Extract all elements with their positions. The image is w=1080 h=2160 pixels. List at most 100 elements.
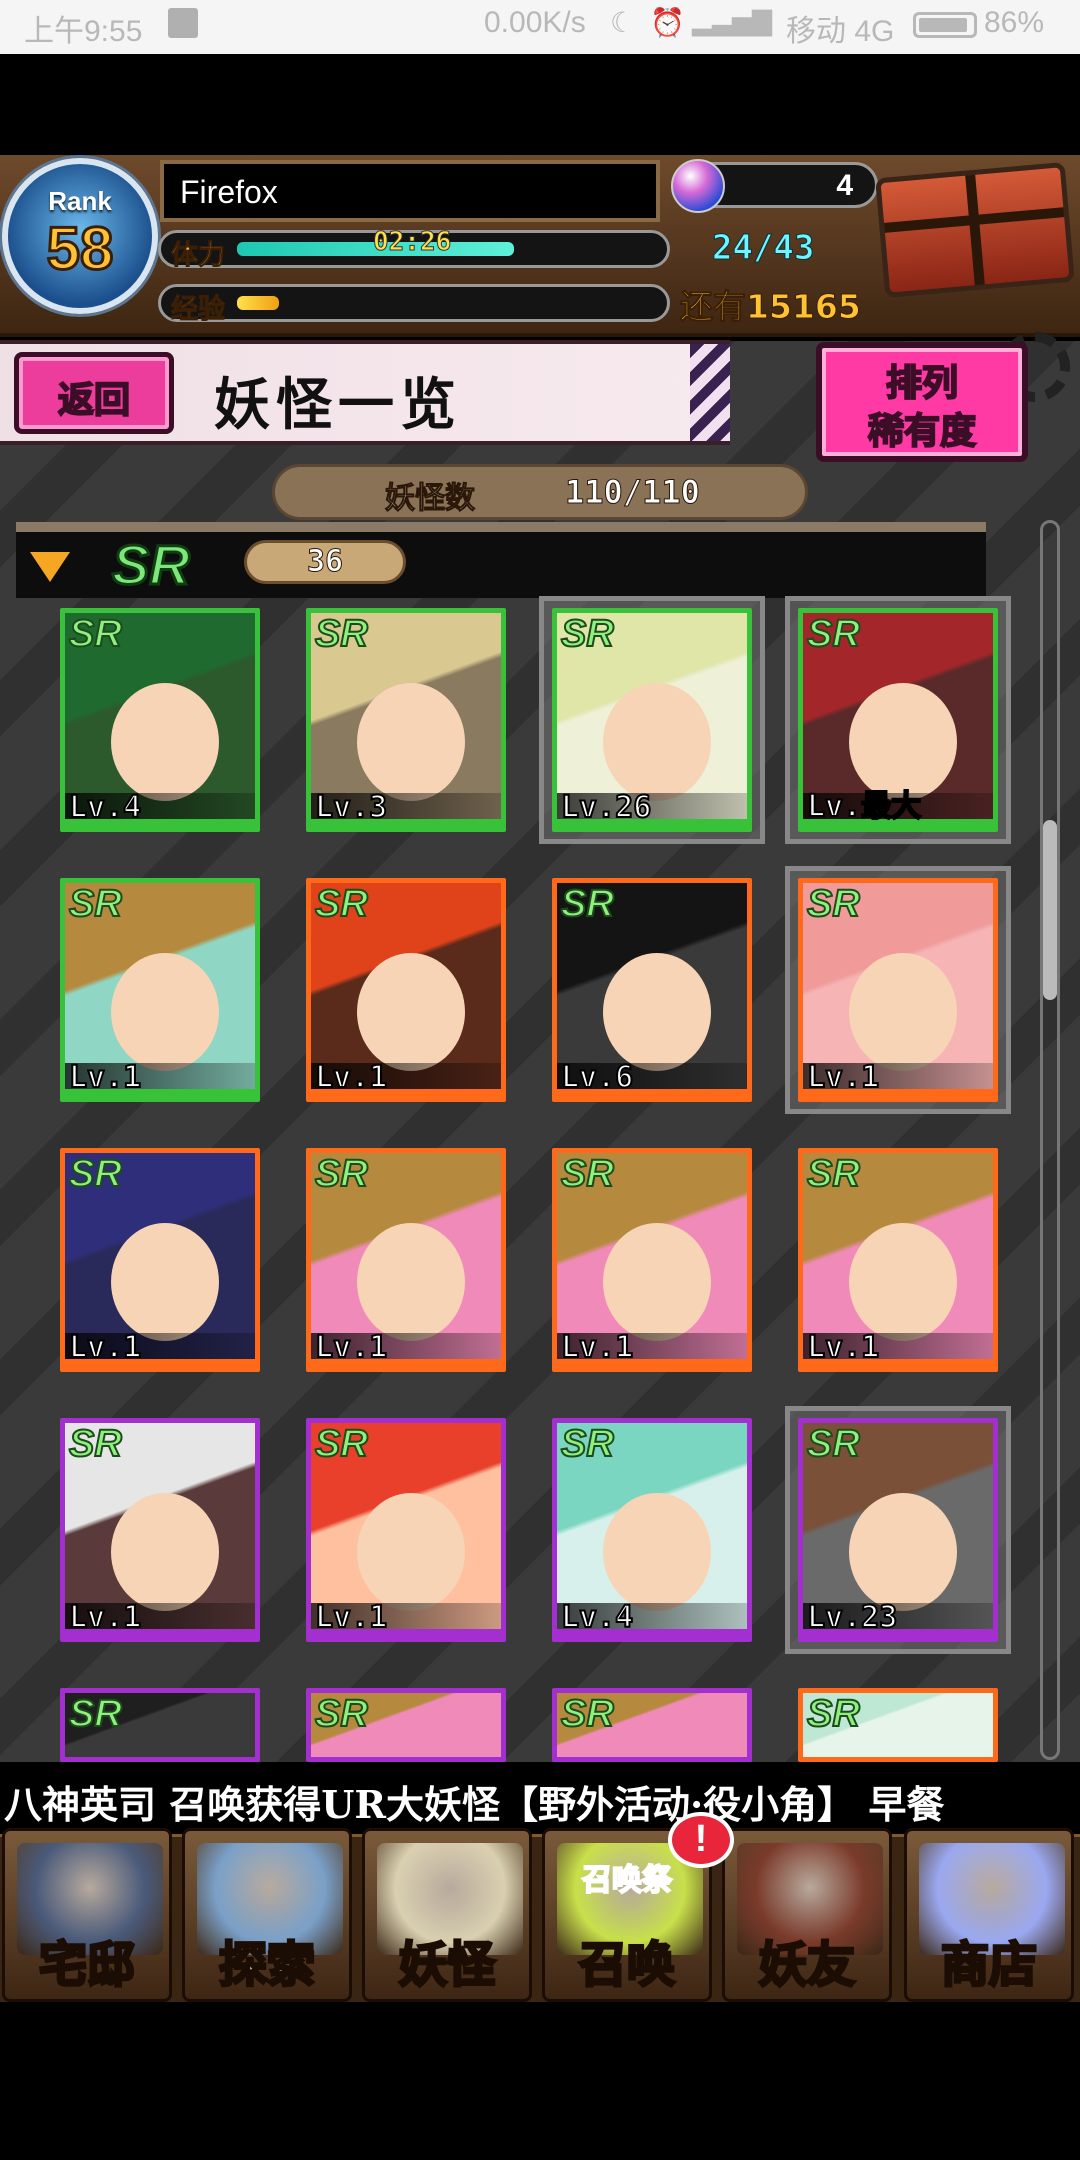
nav-label: 商店 — [939, 1936, 1038, 1995]
card-rarity-badge: SR — [560, 1693, 615, 1736]
card-rarity-badge: SR — [806, 1153, 861, 1196]
gem-orb-icon — [671, 159, 725, 213]
monster-face — [849, 1493, 957, 1611]
card-level: Lv.3 — [314, 789, 388, 826]
monster-face — [111, 953, 219, 1071]
monster-card[interactable]: SR Lv.3 — [306, 608, 506, 832]
card-rarity-badge: SR — [314, 883, 369, 926]
alarm-icon: ⏰ — [650, 7, 685, 38]
treasure-chest-icon[interactable] — [875, 161, 1075, 299]
rank-label: Rank — [48, 186, 112, 216]
card-rarity-badge: SR — [806, 1693, 861, 1736]
news-ticker: 八神英司 召唤获得UR大妖怪【野外活动·役小角】 早餐 — [0, 1762, 1080, 1834]
monster-face — [849, 953, 957, 1071]
monster-card[interactable]: SR Lv.26 — [552, 608, 752, 832]
scrollbar-thumb[interactable] — [1043, 820, 1057, 1000]
monster-card[interactable]: SR Lv.6 — [552, 878, 752, 1102]
player-name: Firefox — [180, 174, 278, 210]
gem-counter[interactable]: 4 — [671, 159, 878, 213]
nav-item-3[interactable]: 妖怪 — [362, 1828, 532, 2002]
card-level: Lv.1 — [314, 1059, 388, 1096]
card-rarity-badge: SR — [314, 1423, 369, 1466]
monster-card[interactable]: SR — [60, 1688, 260, 1762]
monster-card[interactable]: SR Lv.最大 — [798, 608, 998, 832]
stamina-bar: 体力 02:26 — [158, 227, 670, 272]
exp-remaining: 还有15165 — [680, 287, 862, 327]
nav-label: 探索 — [217, 1936, 316, 1995]
card-level: Lv.1 — [68, 1329, 142, 1366]
monster-card[interactable]: SR Lv.4 — [60, 608, 260, 832]
rarity-group-header[interactable]: SR 36 — [16, 522, 986, 598]
system-nav-area — [0, 2002, 1080, 2160]
nav-item-2[interactable]: 探索 — [182, 1828, 352, 2002]
monster-face — [357, 1223, 465, 1341]
monster-face — [603, 683, 711, 801]
nav-label: 妖友 — [757, 1936, 856, 1995]
signal-icon: ▂▃▅▇ — [692, 6, 772, 36]
card-level: Lv.23 — [806, 1599, 898, 1636]
card-rarity-badge: SR — [68, 883, 123, 926]
back-button[interactable]: 返回 — [14, 352, 174, 434]
status-net-speed: 0.00K/s — [484, 6, 586, 39]
nav-item-1[interactable]: 宅邸 — [2, 1828, 172, 2002]
monster-card[interactable]: SR Lv.1 — [306, 878, 506, 1102]
notification-icon — [168, 8, 198, 38]
monster-face — [603, 1493, 711, 1611]
moon-icon: ☾ — [610, 7, 636, 38]
card-rarity-badge: SR — [560, 1423, 615, 1466]
card-rarity-badge: SR — [68, 1693, 123, 1736]
capacity-count: 24/43 — [711, 228, 815, 269]
monster-card[interactable]: SR Lv.1 — [552, 1148, 752, 1372]
nav-label: 召唤 — [577, 1936, 676, 1995]
stamina-timer: 02:26 — [372, 227, 452, 258]
monster-count-pill: 妖怪数 110/110 — [272, 464, 808, 520]
monster-face — [111, 1493, 219, 1611]
monster-face — [111, 683, 219, 801]
card-rarity-badge: SR — [806, 613, 861, 656]
page-title: 妖怪一览 — [214, 372, 462, 438]
status-bar: 上午9:55 0.00K/s ☾ ⏰ ▂▃▅▇ 移动 4G 86% — [0, 0, 1080, 54]
status-time: 上午9:55 — [24, 15, 143, 48]
status-battery: 86% — [984, 6, 1045, 39]
battery-icon — [913, 12, 977, 38]
monster-card[interactable]: SR Lv.1 — [798, 1148, 998, 1372]
back-button-label: 返回 — [57, 378, 131, 422]
monster-count-value: 110/110 — [565, 473, 701, 512]
nav-label: 宅邸 — [37, 1936, 136, 1995]
ticker-text: 八神英司 召唤获得UR大妖怪【野外活动·役小角】 早餐 — [4, 1782, 945, 1827]
monster-card[interactable]: SR Lv.1 — [798, 878, 998, 1102]
monster-count-label: 妖怪数 — [385, 481, 476, 517]
monster-card[interactable]: SR Lv.4 — [552, 1418, 752, 1642]
sort-mode-label: 稀有度 — [867, 409, 977, 453]
monster-card[interactable]: SR — [552, 1688, 752, 1762]
exp-fill — [237, 296, 279, 310]
card-level: Lv.6 — [560, 1059, 634, 1096]
nav-item-6[interactable]: 商店 — [904, 1828, 1074, 2002]
sort-label: 排列 — [885, 361, 959, 405]
monster-card[interactable]: SR — [798, 1688, 998, 1762]
monster-card[interactable]: SR Lv.1 — [60, 1418, 260, 1642]
scrollbar[interactable] — [1040, 520, 1060, 1760]
monster-card[interactable]: SR Lv.23 — [798, 1418, 998, 1642]
card-rarity-badge: SR — [314, 1693, 369, 1736]
summon-alert-badge: ! — [668, 1812, 734, 1868]
card-level: Lv.4 — [68, 789, 142, 826]
card-level: Lv.1 — [314, 1329, 388, 1366]
card-rarity-badge: SR — [68, 1423, 123, 1466]
monster-card[interactable]: SR Lv.1 — [306, 1418, 506, 1642]
sort-button[interactable]: 排列 稀有度 — [816, 342, 1028, 462]
card-level: Lv.1 — [806, 1329, 880, 1366]
nav-item-5[interactable]: 妖友 — [722, 1828, 892, 2002]
monster-card[interactable]: SR — [306, 1688, 506, 1762]
exp-label: 经验 — [171, 294, 226, 326]
monster-card[interactable]: SR Lv.1 — [60, 878, 260, 1102]
card-level: Lv.1 — [314, 1599, 388, 1636]
card-rarity-badge: SR — [560, 883, 615, 926]
monster-face — [603, 953, 711, 1071]
app-screen: 上午9:55 0.00K/s ☾ ⏰ ▂▃▅▇ 移动 4G 86% Rank 5… — [0, 0, 1080, 2160]
nav-label: 妖怪 — [397, 1936, 496, 1995]
monster-card[interactable]: SR Lv.1 — [60, 1148, 260, 1372]
card-rarity-badge: SR — [314, 1153, 369, 1196]
gem-count: 4 — [836, 169, 853, 202]
monster-card[interactable]: SR Lv.1 — [306, 1148, 506, 1372]
